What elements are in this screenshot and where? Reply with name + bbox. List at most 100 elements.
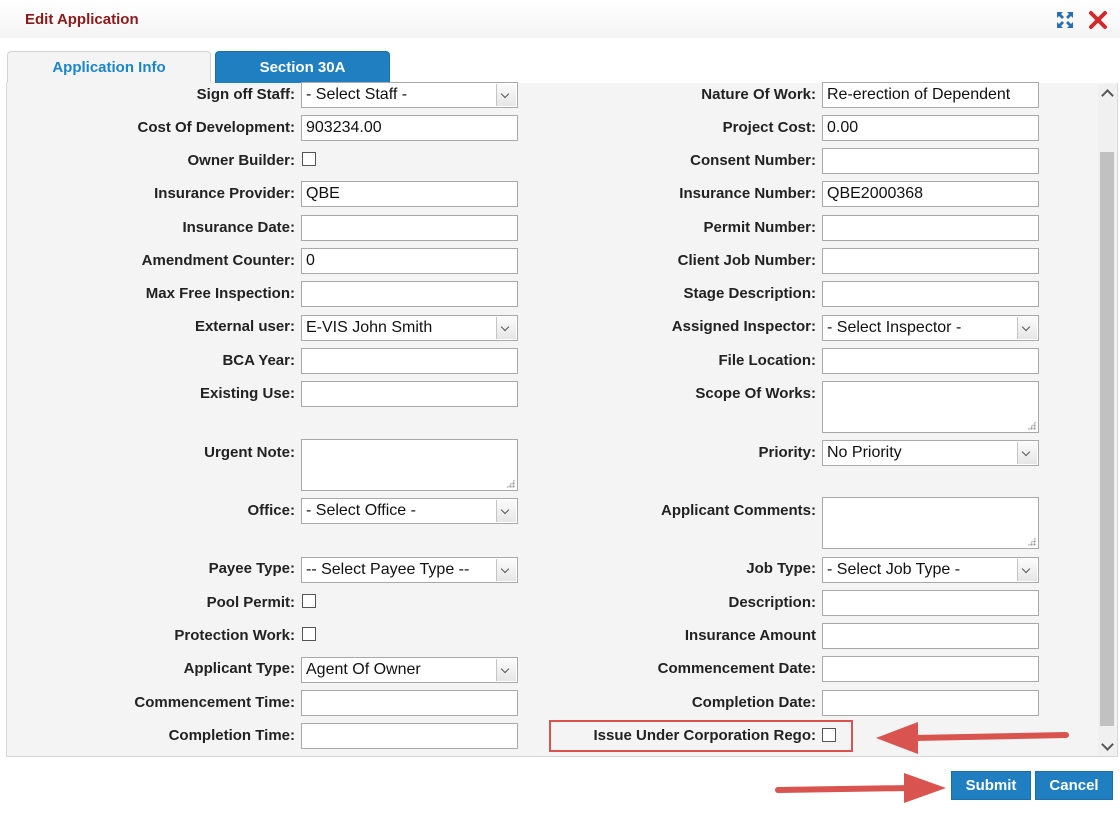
insurance-number-input[interactable]: QBE2000368 (822, 181, 1039, 207)
pool-permit-checkbox[interactable] (302, 594, 316, 608)
label-office: Office: (247, 502, 295, 519)
highlight-box (549, 720, 853, 752)
applicant-comments-textarea[interactable] (822, 497, 1039, 549)
label-max-free-inspection: Max Free Inspection: (145, 285, 295, 302)
chevron-down-icon (496, 317, 516, 339)
label-urgent-note: Urgent Note: (204, 444, 295, 461)
description-input[interactable] (822, 590, 1039, 616)
urgent-note-textarea[interactable] (301, 439, 518, 491)
scope-of-works-textarea[interactable] (822, 381, 1039, 433)
tab-section-30a[interactable]: Section 30A (215, 51, 390, 84)
label-assigned-inspector: Assigned Inspector: (671, 318, 816, 335)
arrow-left-icon (876, 722, 1069, 754)
office-select[interactable]: - Select Office - (301, 498, 518, 524)
payee-type-select[interactable]: -- Select Payee Type -- (301, 557, 518, 583)
existing-use-input[interactable] (301, 381, 518, 407)
label-applicant-comments: Applicant Comments: (660, 502, 816, 519)
label-completion-date: Completion Date: (691, 694, 816, 711)
label-cost-of-development: Cost Of Development: (137, 119, 295, 136)
close-icon[interactable] (1087, 9, 1109, 31)
label-nature-of-work: Nature Of Work: (701, 86, 816, 103)
maximize-icon[interactable] (1055, 10, 1075, 30)
label-description: Description: (728, 594, 816, 611)
tab-application-info[interactable]: Application Info (7, 51, 211, 85)
stage-description-input[interactable] (822, 281, 1039, 307)
label-payee-type: Payee Type: (208, 560, 295, 577)
applicant-type-value: Agent Of Owner (306, 661, 421, 678)
sign-off-staff-value: - Select Staff - (306, 86, 408, 103)
cancel-button[interactable]: Cancel (1035, 771, 1113, 800)
chevron-down-icon (1017, 559, 1037, 581)
bca-year-input[interactable] (301, 348, 518, 374)
chevron-down-icon (496, 659, 516, 681)
cost-of-development-input[interactable]: 903234.00 (301, 115, 518, 141)
priority-value: No Priority (827, 444, 902, 461)
amendment-counter-input[interactable]: 0 (301, 248, 518, 274)
resize-grip-icon[interactable] (506, 479, 515, 488)
nature-of-work-input[interactable]: Re-erection of Dependent (822, 82, 1039, 108)
label-insurance-amount: Insurance Amount (684, 627, 816, 644)
label-file-location: File Location: (718, 352, 817, 369)
label-applicant-type: Applicant Type: (183, 660, 295, 677)
label-consent-number: Consent Number: (690, 152, 816, 169)
submit-button[interactable]: Submit (951, 771, 1031, 800)
label-job-type: Job Type: (746, 560, 816, 577)
chevron-down-icon (1017, 317, 1037, 339)
tab-strip: Application Info Section 30A (0, 38, 1120, 85)
label-commencement-time: Commencement Time: (134, 694, 295, 711)
label-protection-work: Protection Work: (174, 627, 295, 644)
label-sign-off-staff: Sign off Staff: (196, 86, 295, 103)
label-insurance-provider: Insurance Provider: (154, 185, 295, 202)
label-priority: Priority: (758, 444, 816, 461)
external-user-value: E-VIS John Smith (306, 319, 433, 336)
job-type-value: - Select Job Type - (827, 561, 961, 578)
protection-work-checkbox[interactable] (302, 627, 316, 641)
client-job-number-input[interactable] (822, 248, 1039, 274)
resize-grip-icon[interactable] (1027, 421, 1036, 430)
applicant-type-select[interactable]: Agent Of Owner (301, 657, 518, 683)
completion-time-input[interactable] (301, 723, 518, 749)
label-insurance-date: Insurance Date: (182, 219, 295, 236)
label-scope-of-works: Scope Of Works: (695, 385, 816, 402)
label-external-user: External user: (194, 318, 295, 335)
label-pool-permit: Pool Permit: (206, 594, 295, 611)
chevron-down-icon (496, 84, 516, 106)
chevron-down-icon (496, 559, 516, 581)
scroll-down-icon[interactable] (1101, 738, 1114, 751)
label-completion-time: Completion Time: (168, 727, 295, 744)
completion-date-input[interactable] (822, 690, 1039, 716)
external-user-select[interactable]: E-VIS John Smith (301, 315, 518, 341)
file-location-input[interactable] (822, 348, 1039, 374)
label-commencement-date: Commencement Date: (657, 660, 816, 677)
label-amendment-counter: Amendment Counter: (141, 252, 295, 269)
label-bca-year: BCA Year: (222, 352, 295, 369)
insurance-date-input[interactable] (301, 215, 518, 241)
arrow-right-icon (775, 773, 946, 803)
label-owner-builder: Owner Builder: (187, 152, 295, 169)
insurance-provider-input[interactable]: QBE (301, 181, 518, 207)
owner-builder-checkbox[interactable] (302, 152, 316, 166)
commencement-time-input[interactable] (301, 690, 518, 716)
priority-select[interactable]: No Priority (822, 440, 1039, 466)
label-client-job-number: Client Job Number: (677, 252, 816, 269)
commencement-date-input[interactable] (822, 656, 1039, 682)
dialog-title: Edit Application (25, 11, 139, 28)
assigned-inspector-select[interactable]: - Select Inspector - (822, 315, 1039, 341)
scrollbar-thumb[interactable] (1100, 152, 1114, 726)
label-project-cost: Project Cost: (722, 119, 816, 136)
permit-number-input[interactable] (822, 215, 1039, 241)
sign-off-staff-select[interactable]: - Select Staff - (301, 82, 518, 108)
resize-grip-icon[interactable] (1027, 537, 1036, 546)
dialog-titlebar: Edit Application (0, 0, 1120, 39)
project-cost-input[interactable]: 0.00 (822, 115, 1039, 141)
scroll-up-icon[interactable] (1101, 89, 1114, 102)
label-insurance-number: Insurance Number: (679, 185, 816, 202)
label-existing-use: Existing Use: (199, 385, 295, 402)
vertical-scrollbar[interactable] (1098, 84, 1116, 756)
max-free-inspection-input[interactable] (301, 281, 518, 307)
office-value: - Select Office - (306, 502, 416, 519)
job-type-select[interactable]: - Select Job Type - (822, 557, 1039, 583)
assigned-inspector-value: - Select Inspector - (827, 319, 962, 336)
insurance-amount-input[interactable] (822, 623, 1039, 649)
consent-number-input[interactable] (822, 148, 1039, 174)
